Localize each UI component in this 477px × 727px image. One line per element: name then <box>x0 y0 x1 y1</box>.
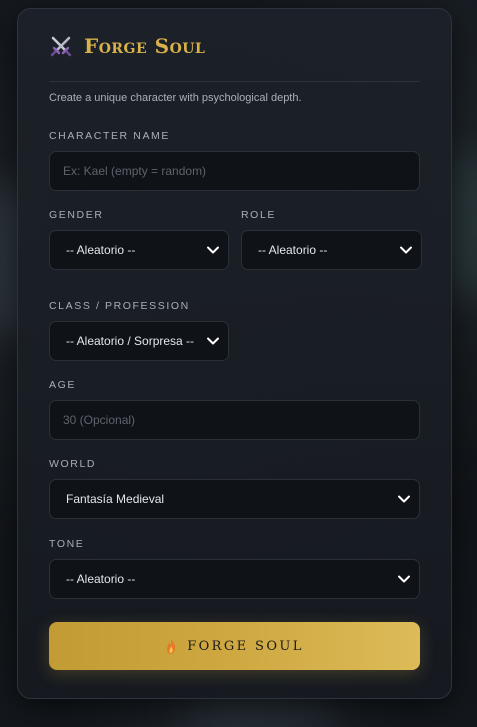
world-label: WORLD <box>49 458 97 470</box>
flame-icon <box>167 638 176 654</box>
role-select[interactable]: -- Aleatorio -- <box>241 230 422 270</box>
world-select[interactable]: Fantasía Medieval <box>49 479 420 519</box>
character-name-label: CHARACTER NAME <box>49 130 170 142</box>
page-title: Forge Soul <box>84 34 206 58</box>
role-group: ROLE -- Aleatorio -- <box>241 209 422 270</box>
form-header: Forge Soul <box>49 9 420 82</box>
tone-label: TONE <box>49 538 85 550</box>
gender-select[interactable]: -- Aleatorio -- <box>49 230 229 270</box>
world-group: WORLD Fantasía Medieval <box>49 458 420 519</box>
gender-group: GENDER -- Aleatorio -- <box>49 209 229 270</box>
tone-group: TONE -- Aleatorio -- <box>49 538 420 599</box>
tone-select[interactable]: -- Aleatorio -- <box>49 559 420 599</box>
class-select[interactable]: -- Aleatorio / Sorpresa -- <box>49 321 229 361</box>
class-select-value: -- Aleatorio / Sorpresa -- <box>66 334 195 348</box>
role-label: ROLE <box>241 209 276 221</box>
character-name-group: CHARACTER NAME <box>49 130 420 191</box>
age-input[interactable] <box>49 400 420 440</box>
world-select-value: Fantasía Medieval <box>66 492 165 506</box>
page-subtitle: Create a unique character with psycholog… <box>49 92 302 104</box>
role-select-value: -- Aleatorio -- <box>258 243 328 257</box>
gender-select-value: -- Aleatorio -- <box>66 243 136 257</box>
forge-soul-button[interactable]: FORGE SOUL <box>49 622 420 670</box>
age-group: AGE <box>49 379 420 440</box>
forge-soul-button-label: FORGE SOUL <box>187 638 304 654</box>
age-label: AGE <box>49 379 76 391</box>
class-label: CLASS / PROFESSION <box>49 300 190 312</box>
character-name-input[interactable] <box>49 151 420 191</box>
tone-select-value: -- Aleatorio -- <box>66 572 136 586</box>
crossed-swords-icon <box>50 36 72 57</box>
class-group: CLASS / PROFESSION -- Aleatorio / Sorpre… <box>49 300 229 361</box>
chevron-down-icon <box>207 246 219 254</box>
gender-label: GENDER <box>49 209 104 221</box>
chevron-down-icon <box>398 495 410 503</box>
chevron-down-icon <box>206 334 220 348</box>
chevron-down-icon <box>398 575 410 583</box>
chevron-down-icon <box>400 246 412 254</box>
character-form-card: Forge Soul Create a unique character wit… <box>17 8 452 699</box>
